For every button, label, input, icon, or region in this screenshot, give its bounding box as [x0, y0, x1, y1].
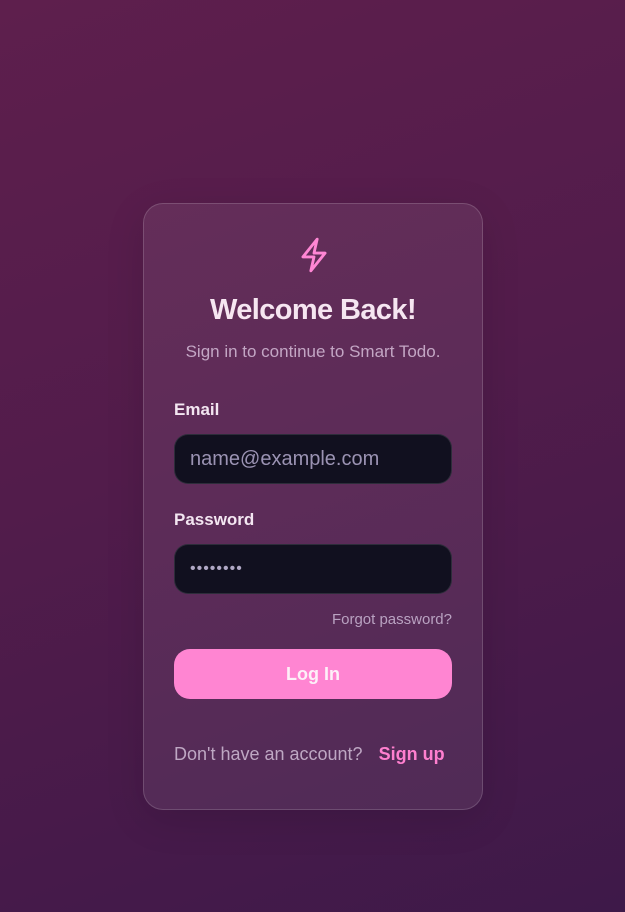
- lightning-bolt-icon: [301, 237, 327, 273]
- password-field[interactable]: [174, 544, 452, 594]
- signup-row: Don't have an account? Sign up: [174, 744, 445, 765]
- signup-link[interactable]: Sign up: [379, 744, 445, 764]
- page-title: Welcome Back!: [209, 294, 417, 326]
- email-field[interactable]: [174, 434, 452, 484]
- email-label: Email: [174, 400, 220, 419]
- forgot-password-link[interactable]: Forgot password?: [332, 611, 452, 628]
- signup-prompt: Don't have an account?: [174, 744, 363, 764]
- login-card: Welcome Back! Sign in to continue to Sma…: [143, 203, 483, 810]
- page-subtitle: Sign in to continue to Smart Todo.: [185, 342, 441, 361]
- password-label: Password: [174, 510, 255, 529]
- login-button[interactable]: Log In: [174, 649, 452, 699]
